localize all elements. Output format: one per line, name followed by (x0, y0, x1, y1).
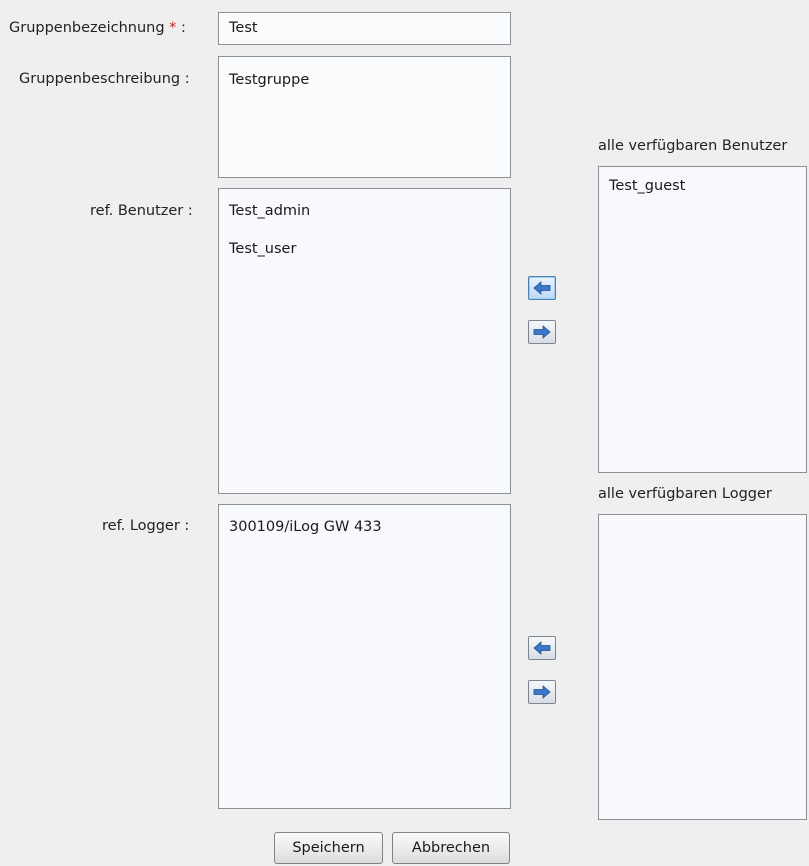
cancel-button[interactable]: Abbrechen (392, 832, 510, 864)
move-user-right-button[interactable] (528, 320, 556, 344)
ref-users-label: ref. Benutzer : (90, 203, 193, 219)
group-name-input[interactable]: Test (218, 12, 511, 45)
available-loggers-label: alle verfügbaren Logger (598, 486, 772, 502)
list-item-ref-user-1[interactable]: Test_admin (229, 203, 310, 219)
group-name-label-colon: : (181, 20, 186, 36)
move-logger-left-button[interactable] (528, 636, 556, 660)
save-button[interactable]: Speichern (274, 832, 383, 864)
list-item-ref-user-2[interactable]: Test_user (229, 241, 296, 257)
ref-loggers-label: ref. Logger : (102, 518, 190, 534)
group-name-label: Gruppenbezeichnung * : (9, 20, 186, 36)
move-logger-right-button[interactable] (528, 680, 556, 704)
required-marker: * (169, 20, 177, 36)
move-user-left-button[interactable] (528, 276, 556, 300)
group-name-value: Test (229, 20, 258, 36)
group-description-textarea[interactable]: Testgruppe (218, 56, 511, 178)
list-item-ref-logger[interactable]: 300109/iLog GW 433 (229, 519, 382, 535)
group-description-value: Testgruppe (229, 72, 310, 88)
available-users-label: alle verfügbaren Benutzer (598, 138, 788, 154)
ref-users-list[interactable]: Test_admin Test_user (218, 188, 511, 494)
arrow-right-icon (533, 685, 551, 699)
ref-loggers-list[interactable]: 300109/iLog GW 433 (218, 504, 511, 809)
arrow-right-icon (533, 325, 551, 339)
group-description-label: Gruppenbeschreibung : (19, 71, 190, 87)
list-item-available-user[interactable]: Test_guest (609, 178, 685, 194)
arrow-left-icon (533, 641, 551, 655)
arrow-left-icon (533, 281, 551, 295)
group-name-label-text: Gruppenbezeichnung (9, 20, 165, 36)
available-loggers-list[interactable] (598, 514, 807, 820)
available-users-list[interactable]: Test_guest (598, 166, 807, 473)
